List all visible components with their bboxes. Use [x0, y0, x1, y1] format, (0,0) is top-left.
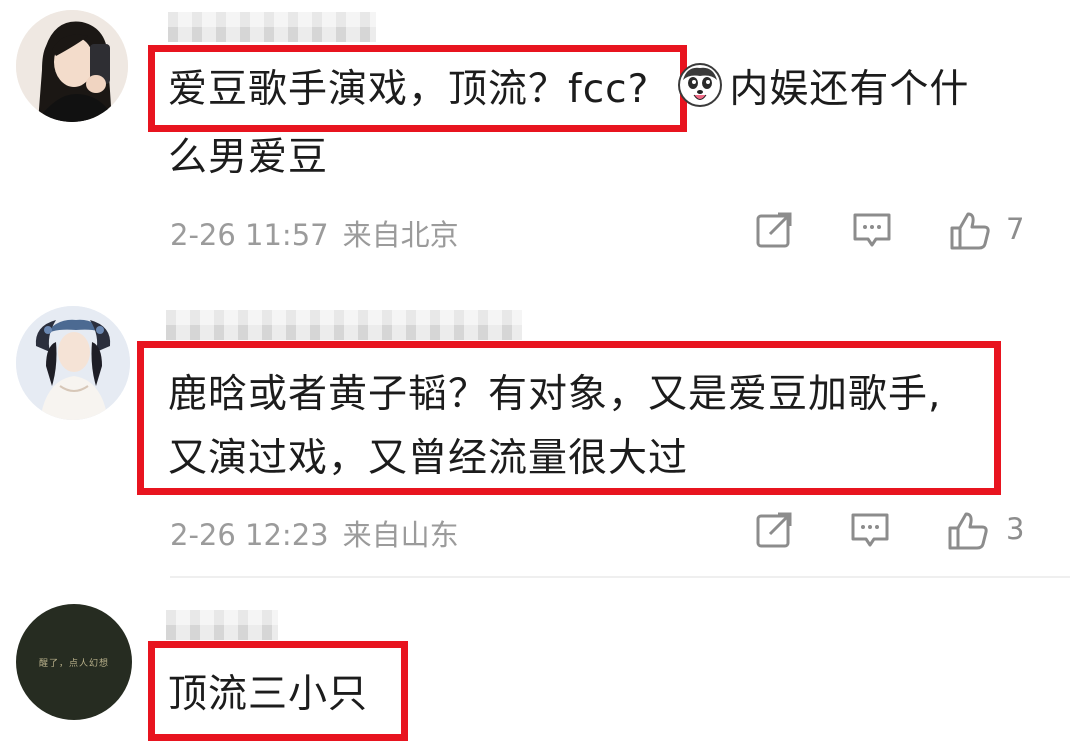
username-blurred[interactable]: [166, 310, 522, 340]
avatar[interactable]: [16, 306, 130, 420]
comment-list-screenshot: 爱豆歌手演戏，顶流？fcc? 内娱还有个什 么男爱豆 2-26 11:57 来自北…: [0, 0, 1080, 746]
like-icon[interactable]: [946, 508, 990, 552]
comment-text-line2: 又演过戏，又曾经流量很大过: [168, 436, 689, 481]
like-count: 3: [1006, 512, 1025, 546]
username-blurred[interactable]: [168, 12, 376, 42]
avatar[interactable]: 醒了，点人幻想: [16, 604, 132, 720]
avatar-caption: 醒了，点人幻想: [38, 659, 109, 669]
comment-location: 来自山东: [342, 518, 459, 552]
comment-time: 2-26 12:23: [170, 518, 329, 552]
comment-icon[interactable]: [852, 210, 892, 250]
like-icon[interactable]: [948, 208, 992, 252]
comment-location: 来自北京: [342, 218, 459, 252]
husky-face-emoji: [678, 63, 723, 107]
comment-icon[interactable]: [850, 510, 890, 550]
share-icon[interactable]: [754, 510, 794, 550]
avatar[interactable]: [16, 10, 128, 122]
comment-meta: 2-26 11:57 来自北京: [170, 212, 473, 254]
comment-text-highlighted: 爱豆歌手演戏，顶流？fcc?: [168, 67, 650, 112]
username-blurred[interactable]: [166, 610, 278, 640]
comment-text: 鹿晗或者黄子韬？有对象，又是爱豆加歌手,: [168, 372, 942, 417]
comment-divider: [170, 576, 1070, 578]
like-count: 7: [1006, 212, 1025, 246]
comment-text-rest: 内娱还有个什: [729, 67, 970, 112]
comment-text: 爱豆歌手演戏，顶流？fcc? 内娱还有个什: [168, 53, 969, 127]
comment-text-line2: 么男爱豆: [168, 135, 329, 180]
comment-text: 顶流三小只: [168, 672, 369, 717]
comment-meta: 2-26 12:23 来自山东: [170, 512, 473, 554]
comment-time: 2-26 11:57: [170, 218, 329, 252]
share-icon[interactable]: [754, 210, 794, 250]
